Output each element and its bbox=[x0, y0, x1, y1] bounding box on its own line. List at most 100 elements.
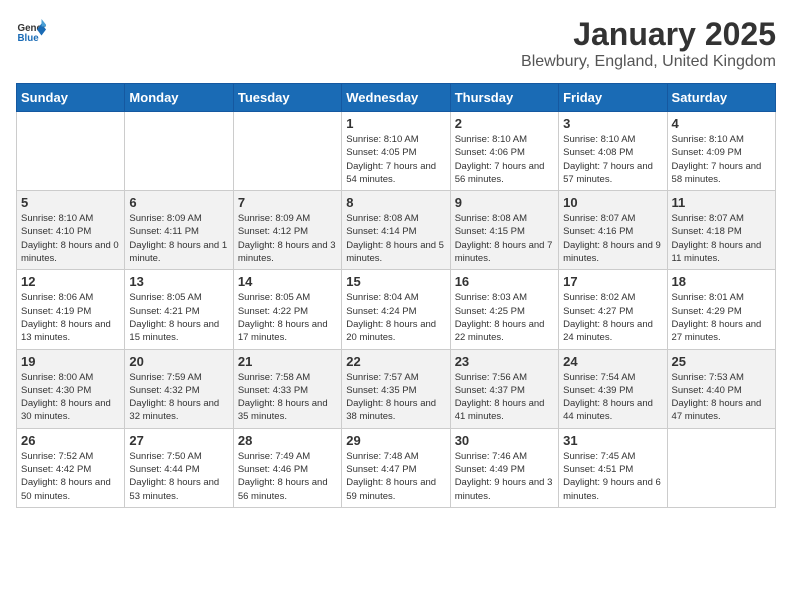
day-info: Sunrise: 7:45 AM Sunset: 4:51 PM Dayligh… bbox=[563, 450, 662, 503]
day-number: 25 bbox=[672, 354, 771, 369]
day-number: 22 bbox=[346, 354, 445, 369]
calendar-cell: 15Sunrise: 8:04 AM Sunset: 4:24 PM Dayli… bbox=[342, 270, 450, 349]
day-info: Sunrise: 7:54 AM Sunset: 4:39 PM Dayligh… bbox=[563, 371, 662, 424]
day-info: Sunrise: 8:06 AM Sunset: 4:19 PM Dayligh… bbox=[21, 291, 120, 344]
calendar-cell: 23 Sunrise: 7:56 AM Sunset: 4:37 PM Dayli… bbox=[450, 349, 558, 428]
day-info: Sunrise: 8:09 AM Sunset: 4:11 PM Dayligh… bbox=[129, 212, 228, 265]
day-info: Sunrise: 8:08 AM Sunset: 4:14 PM Dayligh… bbox=[346, 212, 445, 265]
calendar-cell: 10 Sunrise: 8:07 AM Sunset: 4:16 PM Dayli… bbox=[559, 191, 667, 270]
week-row-2: 12 Sunrise: 8:06 AM Sunset: 4:19 PM Dayli… bbox=[17, 270, 776, 349]
day-number: 13 bbox=[129, 274, 228, 289]
calendar-cell: 19Sunrise: 8:00 AM Sunset: 4:30 PM Dayli… bbox=[17, 349, 125, 428]
title-area: January 2025 Blewbury, England, United K… bbox=[521, 16, 776, 71]
day-number: 12 bbox=[21, 274, 120, 289]
day-number: 9 bbox=[455, 195, 554, 210]
day-number: 20 bbox=[129, 354, 228, 369]
calendar-cell: 11 Sunrise: 8:07 AM Sunset: 4:18 PM Dayli… bbox=[667, 191, 775, 270]
calendar-cell: 5Sunrise: 8:10 AM Sunset: 4:10 PM Daylig… bbox=[17, 191, 125, 270]
calendar-cell: 1 Sunrise: 8:10 AM Sunset: 4:05 PM Daylig… bbox=[342, 112, 450, 191]
calendar-cell: 9Sunrise: 8:08 AM Sunset: 4:15 PM Daylig… bbox=[450, 191, 558, 270]
calendar-cell: 26 Sunrise: 7:52 AM Sunset: 4:42 PM Dayli… bbox=[17, 428, 125, 507]
calendar-cell: 28Sunrise: 7:49 AM Sunset: 4:46 PM Dayli… bbox=[233, 428, 341, 507]
day-number: 2 bbox=[455, 116, 554, 131]
calendar-cell bbox=[125, 112, 233, 191]
calendar-cell: 21Sunrise: 7:58 AM Sunset: 4:33 PM Dayli… bbox=[233, 349, 341, 428]
day-info: Sunrise: 7:57 AM Sunset: 4:35 PM Dayligh… bbox=[346, 371, 445, 424]
day-info: Sunrise: 8:10 AM Sunset: 4:05 PM Dayligh… bbox=[346, 133, 445, 186]
calendar-cell: 20 Sunrise: 7:59 AM Sunset: 4:32 PM Dayli… bbox=[125, 349, 233, 428]
week-row-4: 26 Sunrise: 7:52 AM Sunset: 4:42 PM Dayli… bbox=[17, 428, 776, 507]
day-info: Sunrise: 8:05 AM Sunset: 4:21 PM Dayligh… bbox=[129, 291, 228, 344]
calendar-cell: 4 Sunrise: 8:10 AM Sunset: 4:09 PM Daylig… bbox=[667, 112, 775, 191]
day-number: 30 bbox=[455, 433, 554, 448]
day-number: 26 bbox=[21, 433, 120, 448]
calendar-cell: 17 Sunrise: 8:02 AM Sunset: 4:27 PM Dayli… bbox=[559, 270, 667, 349]
calendar-cell: 6 Sunrise: 8:09 AM Sunset: 4:11 PM Daylig… bbox=[125, 191, 233, 270]
weekday-header-tuesday: Tuesday bbox=[233, 84, 341, 112]
day-info: Sunrise: 7:46 AM Sunset: 4:49 PM Dayligh… bbox=[455, 450, 554, 503]
day-info: Sunrise: 8:07 AM Sunset: 4:16 PM Dayligh… bbox=[563, 212, 662, 265]
calendar-cell bbox=[17, 112, 125, 191]
calendar-cell: 30 Sunrise: 7:46 AM Sunset: 4:49 PM Dayli… bbox=[450, 428, 558, 507]
day-number: 23 bbox=[455, 354, 554, 369]
day-info: Sunrise: 8:02 AM Sunset: 4:27 PM Dayligh… bbox=[563, 291, 662, 344]
day-info: Sunrise: 8:07 AM Sunset: 4:18 PM Dayligh… bbox=[672, 212, 771, 265]
day-info: Sunrise: 7:48 AM Sunset: 4:47 PM Dayligh… bbox=[346, 450, 445, 503]
header: General Blue January 2025 Blewbury, Engl… bbox=[16, 16, 776, 71]
calendar-cell: 16 Sunrise: 8:03 AM Sunset: 4:25 PM Dayli… bbox=[450, 270, 558, 349]
day-number: 8 bbox=[346, 195, 445, 210]
calendar-cell: 29Sunrise: 7:48 AM Sunset: 4:47 PM Dayli… bbox=[342, 428, 450, 507]
day-number: 27 bbox=[129, 433, 228, 448]
day-info: Sunrise: 7:49 AM Sunset: 4:46 PM Dayligh… bbox=[238, 450, 337, 503]
calendar-cell: 31 Sunrise: 7:45 AM Sunset: 4:51 PM Dayli… bbox=[559, 428, 667, 507]
day-number: 4 bbox=[672, 116, 771, 131]
logo: General Blue bbox=[16, 16, 46, 46]
svg-text:Blue: Blue bbox=[18, 33, 40, 44]
day-info: Sunrise: 8:10 AM Sunset: 4:08 PM Dayligh… bbox=[563, 133, 662, 186]
day-info: Sunrise: 8:05 AM Sunset: 4:22 PM Dayligh… bbox=[238, 291, 337, 344]
weekday-header-monday: Monday bbox=[125, 84, 233, 112]
day-number: 24 bbox=[563, 354, 662, 369]
day-info: Sunrise: 8:03 AM Sunset: 4:25 PM Dayligh… bbox=[455, 291, 554, 344]
calendar-cell: 24 Sunrise: 7:54 AM Sunset: 4:39 PM Dayli… bbox=[559, 349, 667, 428]
day-info: Sunrise: 8:10 AM Sunset: 4:06 PM Dayligh… bbox=[455, 133, 554, 186]
day-number: 14 bbox=[238, 274, 337, 289]
day-number: 6 bbox=[129, 195, 228, 210]
weekday-header-sunday: Sunday bbox=[17, 84, 125, 112]
day-info: Sunrise: 8:10 AM Sunset: 4:09 PM Dayligh… bbox=[672, 133, 771, 186]
calendar-cell: 8 Sunrise: 8:08 AM Sunset: 4:14 PM Daylig… bbox=[342, 191, 450, 270]
day-info: Sunrise: 8:09 AM Sunset: 4:12 PM Dayligh… bbox=[238, 212, 337, 265]
calendar-cell: 12 Sunrise: 8:06 AM Sunset: 4:19 PM Dayli… bbox=[17, 270, 125, 349]
calendar-cell bbox=[667, 428, 775, 507]
weekday-header-row: SundayMondayTuesdayWednesdayThursdayFrid… bbox=[17, 84, 776, 112]
calendar-cell: 7 Sunrise: 8:09 AM Sunset: 4:12 PM Daylig… bbox=[233, 191, 341, 270]
day-info: Sunrise: 8:04 AM Sunset: 4:24 PM Dayligh… bbox=[346, 291, 445, 344]
calendar-title: January 2025 bbox=[521, 16, 776, 53]
weekday-header-friday: Friday bbox=[559, 84, 667, 112]
weekday-header-wednesday: Wednesday bbox=[342, 84, 450, 112]
calendar-cell: 2 Sunrise: 8:10 AM Sunset: 4:06 PM Daylig… bbox=[450, 112, 558, 191]
day-number: 31 bbox=[563, 433, 662, 448]
weekday-header-thursday: Thursday bbox=[450, 84, 558, 112]
day-number: 18 bbox=[672, 274, 771, 289]
day-number: 11 bbox=[672, 195, 771, 210]
day-info: Sunrise: 7:59 AM Sunset: 4:32 PM Dayligh… bbox=[129, 371, 228, 424]
day-number: 10 bbox=[563, 195, 662, 210]
day-info: Sunrise: 7:56 AM Sunset: 4:37 PM Dayligh… bbox=[455, 371, 554, 424]
day-info: Sunrise: 7:53 AM Sunset: 4:40 PM Dayligh… bbox=[672, 371, 771, 424]
day-info: Sunrise: 8:10 AM Sunset: 4:10 PM Dayligh… bbox=[21, 212, 120, 265]
day-info: Sunrise: 7:58 AM Sunset: 4:33 PM Dayligh… bbox=[238, 371, 337, 424]
day-number: 17 bbox=[563, 274, 662, 289]
day-info: Sunrise: 8:00 AM Sunset: 4:30 PM Dayligh… bbox=[21, 371, 120, 424]
calendar-cell: 13 Sunrise: 8:05 AM Sunset: 4:21 PM Dayli… bbox=[125, 270, 233, 349]
day-info: Sunrise: 8:01 AM Sunset: 4:29 PM Dayligh… bbox=[672, 291, 771, 344]
calendar-cell bbox=[233, 112, 341, 191]
day-number: 7 bbox=[238, 195, 337, 210]
day-info: Sunrise: 7:52 AM Sunset: 4:42 PM Dayligh… bbox=[21, 450, 120, 503]
calendar-table: SundayMondayTuesdayWednesdayThursdayFrid… bbox=[16, 83, 776, 508]
day-number: 1 bbox=[346, 116, 445, 131]
day-number: 16 bbox=[455, 274, 554, 289]
day-number: 3 bbox=[563, 116, 662, 131]
week-row-3: 19Sunrise: 8:00 AM Sunset: 4:30 PM Dayli… bbox=[17, 349, 776, 428]
logo-icon: General Blue bbox=[16, 16, 46, 46]
